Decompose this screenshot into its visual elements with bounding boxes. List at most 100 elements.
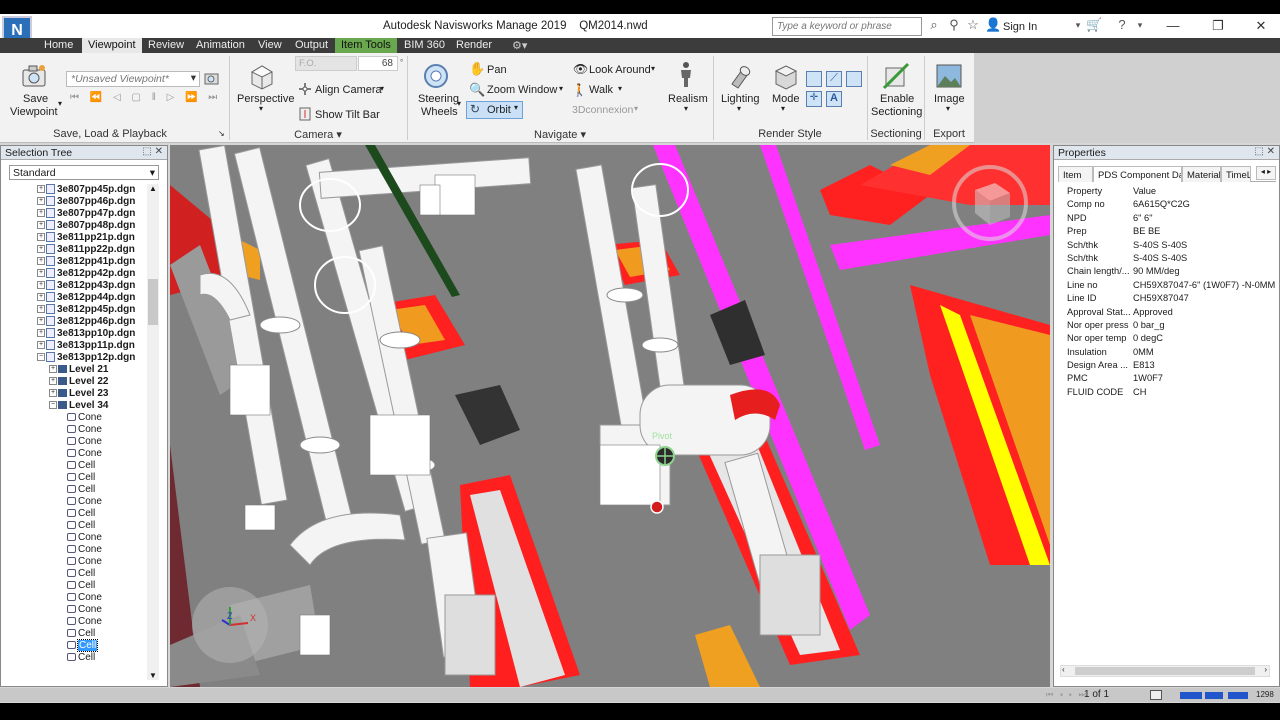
tree-level-item[interactable]: − Level 34 (49, 400, 108, 412)
render-snap-points-icon[interactable]: ✛ (806, 91, 822, 107)
tree-file-item[interactable]: +3e811pp22p.dgn (37, 244, 135, 256)
panel-navigate-label[interactable]: Navigate ▾ (408, 128, 712, 141)
tab-render[interactable]: Render (450, 38, 498, 53)
properties-tab-pds-component-data[interactable]: PDS Component Data (1093, 166, 1182, 182)
realism-figure-icon[interactable] (672, 60, 700, 88)
expand-toggle-icon[interactable]: + (37, 233, 45, 242)
user-icon[interactable]: 👤 (985, 17, 1001, 33)
align-camera-icon[interactable] (297, 81, 313, 97)
tab-review[interactable]: Review (142, 38, 190, 53)
tree-geometry-item[interactable]: Cell (67, 472, 95, 484)
properties-tab-material[interactable]: Material (1182, 166, 1221, 182)
quick-access-toggle-icon[interactable]: ⚙▾ (506, 38, 533, 53)
tree-file-item[interactable]: +3e813pp11p.dgn (37, 340, 135, 352)
panel-camera-label[interactable]: Camera ▾ (230, 128, 406, 141)
help-dropdown-icon[interactable]: ▾ (1132, 17, 1148, 33)
zoom-icon[interactable]: 🔍 (469, 82, 485, 98)
zoom-window-button[interactable]: Zoom Window (487, 84, 557, 96)
pane-pin-close-icon[interactable]: ⬚ ✕ (142, 146, 163, 157)
expand-toggle-icon[interactable]: + (49, 377, 57, 386)
property-row[interactable]: Comp no 6A615Q*C2G (1060, 199, 1270, 212)
steering-wheels-label-2[interactable]: Wheels (421, 106, 458, 118)
expand-toggle-icon[interactable]: + (49, 389, 57, 398)
tilt-bar-icon[interactable] (297, 106, 313, 122)
fov-slider[interactable]: F.O. (295, 56, 357, 71)
viewpoint-dropdown[interactable]: *Unsaved Viewpoint* ▾ (66, 71, 200, 87)
tree-geometry-item[interactable]: Cell (67, 568, 95, 580)
tree-file-item[interactable]: +3e812pp42p.dgn (37, 268, 135, 280)
scroll-up-icon[interactable]: ▲ (149, 184, 157, 193)
tree-file-item[interactable]: +3e812pp46p.dgn (37, 316, 135, 328)
tree-file-item[interactable]: +3e811pp21p.dgn (37, 232, 135, 244)
tab-scroll-arrows[interactable]: ◂ ▸ (1256, 166, 1276, 180)
camera-icon[interactable] (20, 62, 48, 90)
property-row[interactable]: Line no CH59X87047-6" (1W0F7) -N-0MM (1060, 280, 1275, 293)
tree-geometry-item[interactable]: Cell (67, 628, 95, 640)
help-search-input[interactable]: Type a keyword or phrase (772, 17, 922, 36)
orbit-dropdown-icon[interactable]: ▾ (514, 103, 518, 112)
expand-toggle-icon[interactable]: + (49, 365, 57, 374)
scroll-left-icon[interactable]: ‹ (1062, 665, 1065, 674)
lighting-dropdown-icon[interactable]: ▾ (737, 104, 741, 113)
tree-geometry-item[interactable]: Cone (67, 424, 102, 436)
save-viewpoint-label-2[interactable]: Viewpoint (10, 106, 58, 118)
tree-geometry-item[interactable]: Cone (67, 532, 102, 544)
panel-launcher-icon[interactable]: ↘ (218, 129, 225, 138)
render-text-icon[interactable]: A (826, 91, 842, 107)
fov-value-input[interactable]: 68 (358, 56, 398, 71)
tree-geometry-item[interactable]: Cell (67, 652, 95, 664)
communication-center-icon[interactable]: ⚲ (946, 17, 962, 33)
mode-button[interactable]: Mode (772, 93, 800, 105)
tree-file-item[interactable]: − 3e813pp12p.dgn (37, 352, 135, 364)
property-row[interactable]: Insulation 0MM (1060, 347, 1270, 360)
pan-button[interactable]: Pan (487, 64, 507, 76)
help-icon[interactable]: ? (1114, 17, 1130, 33)
tree-level-item[interactable]: + Level 21 (49, 364, 108, 376)
property-row[interactable]: Prep BE BE (1060, 226, 1270, 239)
restore-button[interactable]: ❐ (1203, 17, 1233, 35)
expand-toggle-icon[interactable]: + (37, 221, 45, 230)
walk-dropdown-icon[interactable]: ▾ (618, 84, 622, 93)
tree-geometry-item[interactable]: Cone (67, 556, 102, 568)
tree-file-item[interactable]: +3e807pp47p.dgn (37, 208, 135, 220)
look-around-button[interactable]: Look Around (589, 64, 651, 76)
enable-sectioning-label-1[interactable]: Enable (880, 93, 914, 105)
property-row[interactable]: Sch/thk S-40S S-40S (1060, 240, 1270, 253)
expand-toggle-icon[interactable]: + (37, 185, 45, 194)
tab-item-tools[interactable]: Item Tools (335, 38, 397, 53)
perspective-button[interactable]: Perspective (237, 93, 294, 105)
expand-toggle-icon[interactable]: + (37, 317, 45, 326)
tree-level-item[interactable]: + Level 22 (49, 376, 108, 388)
tree-scrollbar[interactable]: ▲ ▼ (147, 184, 159, 680)
tree-geometry-item[interactable]: Cone (67, 544, 102, 556)
tree-file-item[interactable]: +3e812pp44p.dgn (37, 292, 135, 304)
mode-dropdown-icon[interactable]: ▾ (781, 104, 785, 113)
property-row[interactable]: PMC 1W0F7 (1060, 373, 1270, 386)
property-row[interactable]: NPD 6" 6" (1060, 213, 1270, 226)
expand-toggle-icon[interactable]: + (37, 329, 45, 338)
tree-file-item[interactable]: +3e813pp10p.dgn (37, 328, 135, 340)
pane-pin-close-icon[interactable]: ⬚ ✕ (1254, 146, 1275, 157)
property-row[interactable]: Design Area ... E813 (1060, 360, 1270, 373)
expand-toggle-icon[interactable]: + (37, 197, 45, 206)
tree-geometry-item[interactable]: Cone (67, 412, 102, 424)
image-export-icon[interactable] (935, 62, 963, 90)
zoom-dropdown-icon[interactable]: ▾ (559, 84, 563, 93)
flashlight-icon[interactable] (726, 62, 754, 90)
tree-geometry-item[interactable]: Cell (67, 639, 99, 652)
property-row[interactable]: Line ID CH59X87047 (1060, 293, 1270, 306)
properties-tab-item[interactable]: Item (1058, 166, 1093, 182)
close-button[interactable]: ✕ (1246, 17, 1276, 35)
align-camera-dropdown-icon[interactable]: ▾ (380, 84, 384, 93)
tree-geometry-item[interactable]: Cell (67, 460, 95, 472)
tree-geometry-item[interactable]: Cone (67, 436, 102, 448)
tab-animation[interactable]: Animation (190, 38, 251, 53)
tab-home[interactable]: Home (38, 38, 79, 53)
walk-button[interactable]: Walk (589, 84, 613, 96)
enable-sectioning-label-2[interactable]: Sectioning (871, 106, 922, 118)
expand-toggle-icon[interactable]: + (37, 293, 45, 302)
favorites-star-icon[interactable]: ☆ (965, 17, 981, 33)
tab-viewpoint[interactable]: Viewpoint (82, 38, 142, 54)
chevron-down-icon[interactable]: ▾ (1070, 17, 1086, 33)
image-dropdown-icon[interactable]: ▾ (946, 104, 950, 113)
